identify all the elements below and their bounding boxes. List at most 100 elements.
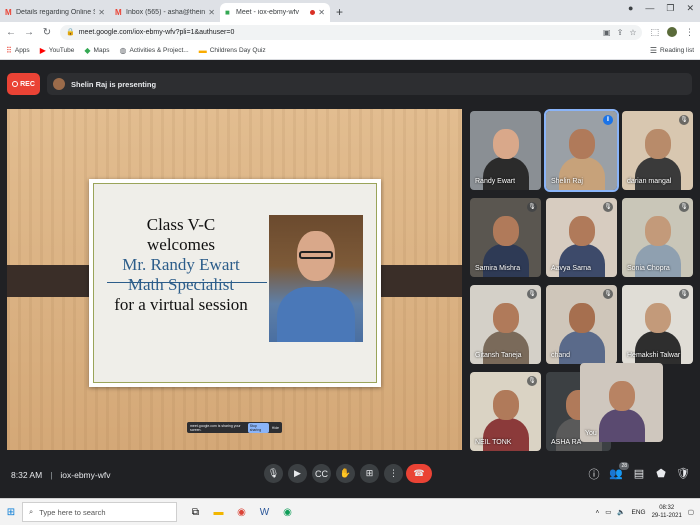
maximize-icon[interactable]: ❐: [666, 3, 674, 14]
speaker-photo: [269, 215, 363, 342]
camera-icon[interactable]: ▣: [603, 28, 611, 37]
file-explorer-icon[interactable]: ▬: [212, 507, 225, 518]
lock-icon: 🔒: [66, 29, 75, 36]
participant-tile[interactable]: 🎙 Sonia Chopra: [622, 198, 693, 277]
hide-button[interactable]: Hide: [272, 426, 279, 430]
notifications-icon[interactable]: ▢: [688, 508, 694, 516]
chat-button[interactable]: ▤: [632, 464, 646, 483]
chrome-icon[interactable]: ◉: [235, 507, 248, 518]
meet-icon: ■: [225, 7, 230, 17]
new-tab-button[interactable]: +: [330, 3, 349, 22]
back-icon[interactable]: ←: [6, 27, 16, 38]
tab-online-session[interactable]: M Details regarding Online Session ✕: [0, 3, 110, 22]
participant-tile[interactable]: Randy Ewart: [470, 111, 541, 190]
participant-name: Aavya Sarna: [551, 265, 592, 272]
close-icon[interactable]: ✕: [208, 8, 215, 17]
extensions-icon[interactable]: ⬚: [650, 27, 659, 38]
browser-tab-bar: M Details regarding Online Session ✕ M I…: [0, 0, 700, 22]
meeting-code: iox-ebmy-wfv: [60, 470, 111, 480]
clock[interactable]: 08:32 29-11-2021: [652, 504, 682, 520]
minimize-icon[interactable]: —: [645, 3, 654, 14]
participant-tile[interactable]: 🎙 NEIL TONK: [470, 372, 541, 451]
participant-tile[interactable]: 🎙 darian mangal: [622, 111, 693, 190]
slide-text: Class V-C welcomes Mr. Randy Ewart Math …: [114, 215, 248, 314]
participant-tile[interactable]: 🎙 Samira Mishra: [470, 198, 541, 277]
participant-tile[interactable]: 🎙 Gitansh Taneja: [470, 285, 541, 364]
tab-title: Meet - iox-ebmy-wfv: [236, 9, 300, 16]
folder-icon: ▬: [198, 46, 207, 55]
host-controls-button[interactable]: 🛡: [676, 464, 690, 483]
chrome-icon[interactable]: ◉: [281, 507, 294, 518]
tab-meet[interactable]: ■ Meet - iox-ebmy-wfv ✕: [220, 3, 330, 22]
bookmark-quiz[interactable]: ▬ Childrens Day Quiz: [199, 46, 266, 55]
participant-tile[interactable]: You: [580, 363, 663, 442]
bookmark-youtube[interactable]: ▶ YouTube: [40, 46, 75, 55]
mic-button[interactable]: 🎙: [264, 464, 283, 483]
close-icon[interactable]: ✕: [98, 8, 105, 17]
participant-name: chand: [551, 352, 571, 359]
participant-video: [599, 409, 645, 442]
captions-icon: CC: [315, 468, 328, 479]
volume-icon[interactable]: 🔈: [617, 508, 625, 516]
avatar: [53, 78, 65, 90]
windows-start-icon[interactable]: ⊞: [0, 507, 22, 518]
participant-tile[interactable]: ⦀ Shelin Raj: [544, 109, 619, 192]
participant-name: Hemakshi Talwar: [627, 352, 681, 359]
speaking-icon: ⦀: [603, 115, 613, 125]
present-icon: ⊞: [365, 468, 374, 478]
participant-count-badge: 28: [619, 462, 629, 470]
mic-off-icon: 🎙: [679, 115, 689, 125]
participant-face: [493, 303, 519, 333]
profile-icon[interactable]: ●: [628, 3, 633, 14]
participant-name: ASHA RA: [551, 439, 582, 446]
raise-hand-button[interactable]: ✋: [336, 464, 355, 483]
close-icon[interactable]: ✕: [318, 8, 325, 17]
slide-band-right: [371, 265, 462, 297]
language-indicator[interactable]: ENG: [632, 509, 646, 516]
chevron-up-icon[interactable]: ˄: [595, 509, 599, 516]
presenting-banner: Shelin Raj is presenting: [47, 73, 692, 95]
forward-icon[interactable]: →: [24, 27, 34, 38]
reading-list-button[interactable]: ☰ Reading list: [650, 46, 694, 55]
activities-button[interactable]: ⬟: [654, 464, 668, 483]
captions-button[interactable]: CC: [312, 464, 331, 483]
mic-off-icon: 🎙: [527, 289, 537, 299]
camera-button[interactable]: ▶: [288, 464, 307, 483]
tab-title: Inbox (565) - asha@theindiansch: [126, 9, 206, 16]
participant-tile[interactable]: 🎙 Aavya Sarna: [546, 198, 617, 277]
gmail-icon: M: [115, 7, 122, 17]
close-window-icon[interactable]: ✕: [686, 3, 694, 14]
taskbar-search[interactable]: ⌕ Type here to search: [22, 502, 177, 522]
star-icon[interactable]: ☆: [629, 28, 636, 37]
taskbar-apps: ⧉ ▬ ◉ W ◉: [189, 507, 294, 518]
search-icon: ⌕: [29, 507, 34, 516]
participant-video: [635, 157, 681, 190]
url-field[interactable]: 🔒 meet.google.com/iox-ebmy-wfv?pli=1&aut…: [60, 24, 643, 40]
tab-inbox[interactable]: M Inbox (565) - asha@theindiansch ✕: [110, 3, 220, 22]
participant-tile[interactable]: 🎙 chand: [546, 285, 617, 364]
recording-indicator[interactable]: REC: [7, 73, 40, 95]
info-button[interactable]: ⓘ: [587, 464, 601, 483]
word-icon[interactable]: W: [258, 507, 271, 518]
present-button[interactable]: ⊞: [360, 464, 379, 483]
camera-icon: ▶: [294, 468, 301, 478]
task-view-icon[interactable]: ⧉: [189, 507, 202, 518]
leave-call-button[interactable]: ☎: [406, 464, 432, 483]
address-bar: ← → ↻ 🔒 meet.google.com/iox-ebmy-wfv?pli…: [0, 22, 700, 42]
more-options-button[interactable]: ⋮: [384, 464, 403, 483]
avatar[interactable]: [667, 27, 677, 37]
bookmark-activities[interactable]: ◍ Activities & Project...: [119, 46, 188, 55]
participant-tile[interactable]: 🎙 Hemakshi Talwar: [622, 285, 693, 364]
participant-face: [493, 129, 519, 159]
reload-icon[interactable]: ↻: [42, 27, 52, 38]
windows-taskbar: ⊞ ⌕ Type here to search ⧉ ▬ ◉ W ◉ ˄ ▭ 🔈 …: [0, 498, 700, 525]
chat-icon: ▤: [633, 468, 645, 480]
people-button[interactable]: 👥 28: [609, 462, 629, 483]
share-icon[interactable]: ⇪: [617, 28, 624, 37]
bookmark-apps[interactable]: ⠿ Apps: [6, 46, 30, 55]
menu-icon[interactable]: ⋮: [685, 27, 694, 38]
network-icon[interactable]: ▭: [605, 508, 611, 516]
stop-sharing-button[interactable]: Stop sharing: [247, 422, 269, 433]
hangup-icon: ☎: [413, 468, 425, 478]
bookmark-maps[interactable]: ◆ Maps: [84, 46, 109, 55]
